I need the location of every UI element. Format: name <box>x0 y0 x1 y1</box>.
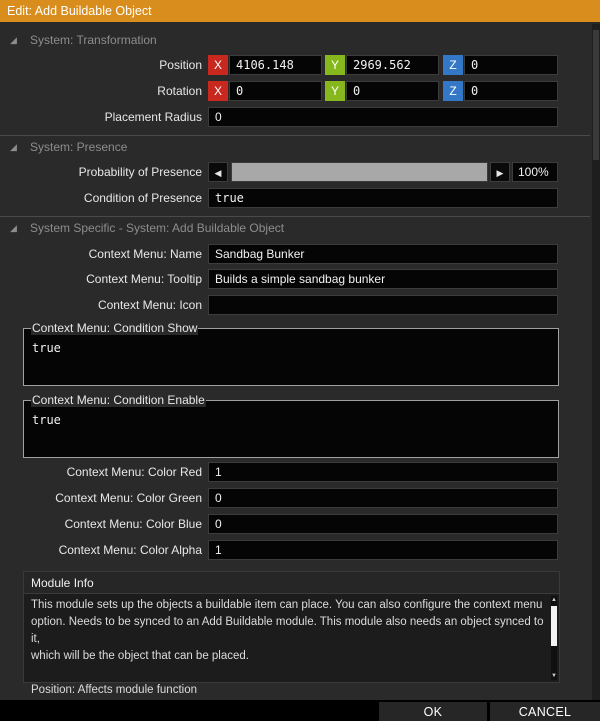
module-info-title: Module Info <box>24 572 559 594</box>
module-info-text: This module sets up the objects a builda… <box>31 597 546 699</box>
condition-show-label: Context Menu: Condition Show <box>31 321 199 335</box>
position-y-input[interactable]: 2969.562 <box>346 55 439 75</box>
probability-value-input[interactable]: 100% <box>512 162 558 182</box>
condition-presence-input[interactable]: true <box>208 188 558 208</box>
section-divider <box>0 216 590 217</box>
rotation-x-input[interactable]: 0 <box>229 81 322 101</box>
panel-scrollbar-thumb[interactable] <box>593 30 599 160</box>
chevron-up-icon[interactable]: ▲ <box>551 596 557 604</box>
context-icon-input[interactable] <box>208 295 558 315</box>
condition-show-value: true <box>32 341 61 355</box>
ok-button[interactable]: OK <box>379 702 487 721</box>
context-name-label: Context Menu: Name <box>88 247 202 261</box>
arrow-right-icon[interactable]: ▶ <box>490 162 510 182</box>
color-blue-label: Context Menu: Color Blue <box>64 517 202 531</box>
context-tooltip-input[interactable]: Builds a simple sandbag bunker <box>208 269 558 289</box>
rotation-y-input[interactable]: 0 <box>346 81 439 101</box>
position-z-axis-badge: Z <box>443 55 463 75</box>
color-red-input[interactable]: 1 <box>208 462 558 482</box>
section-title: System Specific - System: Add Buildable … <box>30 221 285 235</box>
probability-slider-fill <box>232 163 487 181</box>
module-info-line: which will be the object that can be pla… <box>31 650 249 662</box>
color-red-label: Context Menu: Color Red <box>66 465 202 479</box>
section-header-presence[interactable]: ◢ System: Presence <box>0 137 590 157</box>
position-y-axis-badge: Y <box>325 55 345 75</box>
color-green-input[interactable]: 0 <box>208 488 558 508</box>
section-header-system-specific[interactable]: ◢ System Specific - System: Add Buildabl… <box>0 218 590 238</box>
condition-enable-value: true <box>32 413 61 427</box>
probability-slider[interactable] <box>231 162 488 182</box>
section-divider <box>0 135 590 136</box>
rotation-z-input[interactable]: 0 <box>464 81 558 101</box>
chevron-down-icon[interactable]: ▼ <box>551 672 557 680</box>
placement-radius-input[interactable]: 0 <box>208 107 558 127</box>
module-info-panel: Module Info This module sets up the obje… <box>23 571 560 696</box>
module-info-spacer <box>31 665 546 682</box>
module-info-scrollbar-thumb[interactable] <box>551 606 557 646</box>
color-blue-input[interactable]: 0 <box>208 514 558 534</box>
color-green-label: Context Menu: Color Green <box>55 491 202 505</box>
section-title: System: Presence <box>30 140 128 154</box>
color-alpha-label: Context Menu: Color Alpha <box>58 543 202 557</box>
section-header-transformation[interactable]: ◢ System: Transformation <box>0 30 590 50</box>
module-info-line: option. Needs to be synced to an Add Bui… <box>31 616 544 645</box>
triangle-collapse-icon[interactable]: ◢ <box>10 218 17 238</box>
cancel-button[interactable]: CANCEL <box>490 702 600 721</box>
rotation-x-axis-badge: X <box>208 81 228 101</box>
position-x-axis-badge: X <box>208 55 228 75</box>
position-x-input[interactable]: 4106.148 <box>229 55 322 75</box>
condition-presence-label: Condition of Presence <box>83 191 202 205</box>
section-title: System: Transformation <box>30 33 157 47</box>
module-info-line: This module sets up the objects a builda… <box>31 599 543 611</box>
context-icon-label: Context Menu: Icon <box>97 298 202 312</box>
condition-show-textarea[interactable]: Context Menu: Condition Show true <box>23 321 559 386</box>
context-name-input[interactable]: Sandbag Bunker <box>208 244 558 264</box>
position-z-input[interactable]: 0 <box>464 55 558 75</box>
triangle-collapse-icon[interactable]: ◢ <box>10 137 17 157</box>
arrow-left-icon[interactable]: ◀ <box>208 162 228 182</box>
context-tooltip-label: Context Menu: Tooltip <box>86 272 202 286</box>
color-alpha-input[interactable]: 1 <box>208 540 558 560</box>
module-info-line: Position: Affects module function <box>31 684 197 696</box>
window-title: Edit: Add Buildable Object <box>0 0 600 22</box>
condition-enable-label: Context Menu: Condition Enable <box>31 393 206 407</box>
condition-enable-textarea[interactable]: Context Menu: Condition Enable true <box>23 393 559 458</box>
rotation-y-axis-badge: Y <box>325 81 345 101</box>
rotation-label: Rotation <box>157 84 202 98</box>
triangle-collapse-icon[interactable]: ◢ <box>10 30 17 50</box>
placement-radius-label: Placement Radius <box>104 110 202 124</box>
rotation-z-axis-badge: Z <box>443 81 463 101</box>
position-label: Position <box>159 58 202 72</box>
probability-label: Probability of Presence <box>78 165 202 179</box>
